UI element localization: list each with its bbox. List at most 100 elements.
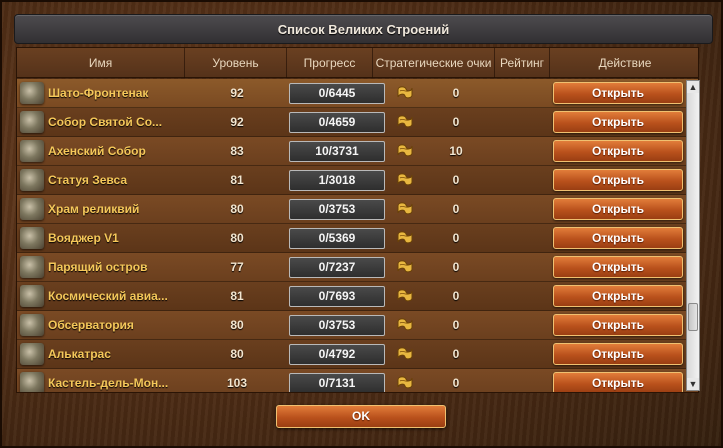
open-button[interactable]: Открыть	[553, 111, 683, 133]
scroll-down-icon[interactable]: ▼	[687, 378, 699, 390]
progress-box: 10/3731	[289, 141, 385, 162]
progress-box: 0/3753	[289, 199, 385, 220]
ok-button[interactable]: OK	[276, 405, 446, 428]
building-thumbnail-icon	[20, 256, 44, 278]
building-thumbnail-icon	[20, 140, 44, 162]
forge-points-scroll-icon	[395, 84, 415, 102]
col-header-action[interactable]: Действие	[550, 48, 698, 78]
building-level: 92	[230, 115, 244, 129]
strategic-points-value: 0	[452, 173, 460, 187]
building-name[interactable]: Алькатрас	[48, 340, 198, 369]
open-button[interactable]: Открыть	[553, 314, 683, 336]
strategic-points-value: 0	[452, 86, 460, 100]
col-header-strategic-points[interactable]: Стратегические очки	[373, 48, 495, 78]
forge-points-scroll-icon	[395, 258, 415, 276]
scroll-up-icon[interactable]: ▲	[687, 81, 699, 93]
forge-points-scroll-icon	[395, 113, 415, 131]
table-header: Имя Уровень Прогресс Стратегические очки…	[17, 48, 698, 78]
table-scrollbar[interactable]: ▲ ▼	[686, 80, 700, 391]
forge-points-scroll-icon	[395, 316, 415, 334]
building-thumbnail-icon	[20, 372, 44, 392]
table-row[interactable]: Кастель-дель-Мон... 103 0/7131 0 Открыть	[17, 369, 698, 392]
progress-box: 0/7237	[289, 257, 385, 278]
strategic-points-value: 0	[452, 260, 460, 274]
strategic-points-value: 0	[452, 289, 460, 303]
table-row[interactable]: Космический авиа... 81 0/7693 0 Открыть	[17, 282, 698, 311]
building-level: 80	[230, 202, 244, 216]
building-name[interactable]: Парящий остров	[48, 253, 198, 282]
forge-points-scroll-icon	[395, 229, 415, 247]
progress-box: 0/4659	[289, 112, 385, 133]
table-row[interactable]: Алькатрас 80 0/4792 0 Открыть	[17, 340, 698, 369]
building-thumbnail-icon	[20, 82, 44, 104]
forge-points-scroll-icon	[395, 345, 415, 363]
col-header-name[interactable]: Имя	[17, 48, 185, 78]
strategic-points-value: 0	[452, 318, 460, 332]
scrollbar-thumb[interactable]	[688, 303, 698, 331]
progress-box: 0/3753	[289, 315, 385, 336]
table-row[interactable]: Храм реликвий 80 0/3753 0 Открыть	[17, 195, 698, 224]
progress-box: 0/6445	[289, 83, 385, 104]
open-button[interactable]: Открыть	[553, 372, 683, 392]
col-header-level[interactable]: Уровень	[185, 48, 287, 78]
progress-box: 0/5369	[289, 228, 385, 249]
forge-points-scroll-icon	[395, 171, 415, 189]
strategic-points-value: 0	[452, 376, 460, 390]
building-level: 83	[230, 144, 244, 158]
building-name[interactable]: Обсерватория	[48, 311, 198, 340]
open-button[interactable]: Открыть	[553, 82, 683, 104]
great-buildings-window: Список Великих Строений Имя Уровень Прог…	[0, 0, 723, 448]
building-thumbnail-icon	[20, 198, 44, 220]
building-thumbnail-icon	[20, 111, 44, 133]
building-level: 80	[230, 347, 244, 361]
forge-points-scroll-icon	[395, 287, 415, 305]
table-row[interactable]: Статуя Зевса 81 1/3018 0 Открыть	[17, 166, 698, 195]
building-name[interactable]: Вояджер V1	[48, 224, 198, 253]
table-row[interactable]: Ахенский Собор 83 10/3731 10 Открыть	[17, 137, 698, 166]
progress-box: 0/4792	[289, 344, 385, 365]
col-header-rating[interactable]: Рейтинг	[495, 48, 550, 78]
forge-points-scroll-icon	[395, 374, 415, 392]
building-thumbnail-icon	[20, 343, 44, 365]
progress-box: 0/7131	[289, 373, 385, 392]
building-name[interactable]: Ахенский Собор	[48, 137, 198, 166]
table-row[interactable]: Парящий остров 77 0/7237 0 Открыть	[17, 253, 698, 282]
building-thumbnail-icon	[20, 169, 44, 191]
open-button[interactable]: Открыть	[553, 285, 683, 307]
building-level: 80	[230, 318, 244, 332]
strategic-points-value: 0	[452, 202, 460, 216]
building-level: 81	[230, 289, 244, 303]
building-name[interactable]: Космический авиа...	[48, 282, 198, 311]
window-title-bar: Список Великих Строений	[14, 14, 713, 44]
open-button[interactable]: Открыть	[553, 140, 683, 162]
col-header-progress[interactable]: Прогресс	[287, 48, 373, 78]
strategic-points-value: 0	[452, 347, 460, 361]
building-level: 92	[230, 86, 244, 100]
open-button[interactable]: Открыть	[553, 256, 683, 278]
forge-points-scroll-icon	[395, 200, 415, 218]
building-level: 77	[230, 260, 244, 274]
strategic-points-value: 0	[452, 231, 460, 245]
building-thumbnail-icon	[20, 314, 44, 336]
open-button[interactable]: Открыть	[553, 227, 683, 249]
building-name[interactable]: Шато-Фронтенак	[48, 79, 198, 108]
forge-points-scroll-icon	[395, 142, 415, 160]
building-level: 80	[230, 231, 244, 245]
building-name[interactable]: Кастель-дель-Мон...	[48, 369, 198, 392]
building-level: 103	[226, 376, 248, 390]
open-button[interactable]: Открыть	[553, 198, 683, 220]
progress-box: 1/3018	[289, 170, 385, 191]
table-row[interactable]: Вояджер V1 80 0/5369 0 Открыть	[17, 224, 698, 253]
strategic-points-value: 10	[449, 144, 463, 158]
building-name[interactable]: Статуя Зевса	[48, 166, 198, 195]
table-row[interactable]: Собор Святой Со... 92 0/4659 0 Открыть	[17, 108, 698, 137]
open-button[interactable]: Открыть	[553, 343, 683, 365]
building-name[interactable]: Собор Святой Со...	[48, 108, 198, 137]
building-level: 81	[230, 173, 244, 187]
table-row[interactable]: Шато-Фронтенак 92 0/6445 0 Открыть	[17, 79, 698, 108]
open-button[interactable]: Открыть	[553, 169, 683, 191]
window-title: Список Великих Строений	[277, 21, 450, 37]
building-name[interactable]: Храм реликвий	[48, 195, 198, 224]
progress-box: 0/7693	[289, 286, 385, 307]
table-row[interactable]: Обсерватория 80 0/3753 0 Открыть	[17, 311, 698, 340]
